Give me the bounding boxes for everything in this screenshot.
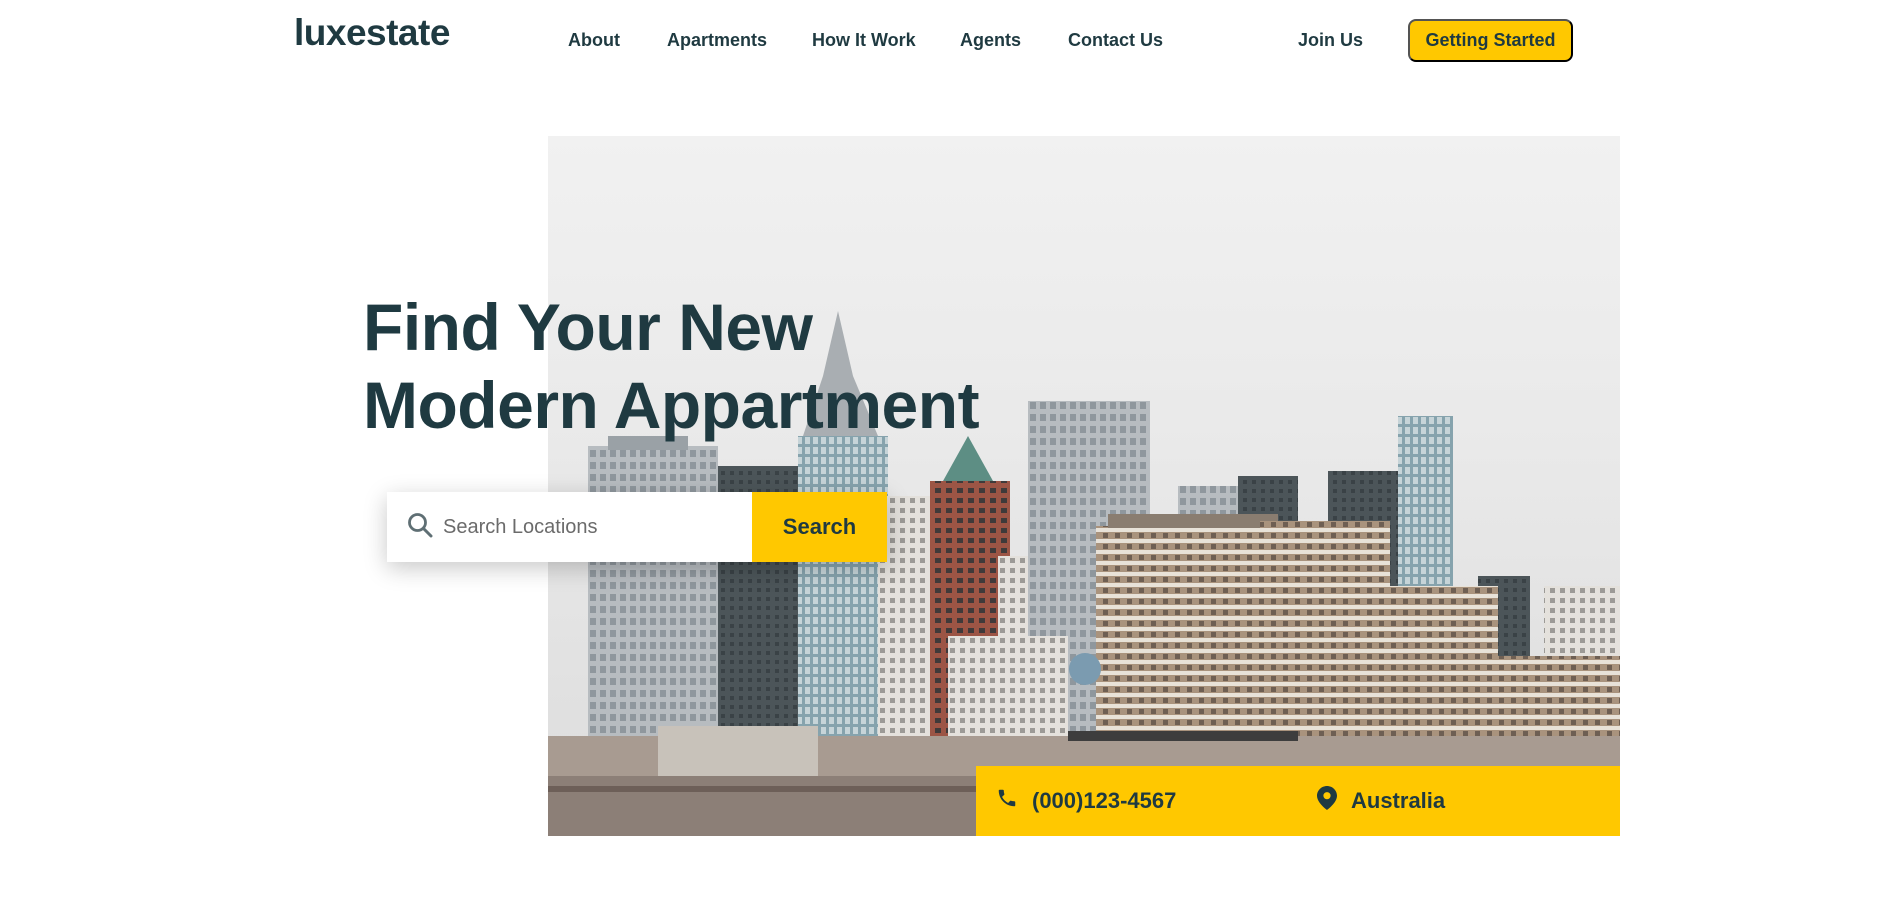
location-search-bar: Search: [387, 492, 887, 562]
logo[interactable]: luxestate: [294, 12, 450, 54]
hero-headline: Find Your New Modern Appartment: [363, 288, 980, 444]
phone-number[interactable]: (000)123-4567: [1032, 788, 1176, 814]
hero-headline-line-2: Modern Appartment: [363, 368, 980, 442]
location-info: Australia: [1317, 766, 1445, 836]
hero-city-image: [548, 136, 1620, 836]
nav-link-about[interactable]: About: [568, 30, 620, 51]
nav-link-how-it-work[interactable]: How It Work: [812, 30, 916, 51]
nav-link-apartments[interactable]: Apartments: [667, 30, 767, 51]
location-text: Australia: [1351, 788, 1446, 813]
landing-page: luxestate About Apartments How It Work A…: [0, 0, 1901, 913]
nav-link-agents[interactable]: Agents: [960, 30, 1021, 51]
search-button[interactable]: Search: [752, 492, 887, 562]
hero-headline-line-1: Find Your New: [363, 290, 813, 364]
search-input[interactable]: [443, 515, 733, 539]
city-skyline-illustration: [548, 311, 1620, 836]
getting-started-button[interactable]: Getting Started: [1408, 19, 1573, 62]
contact-info-bar: (000)123-4567 Australia: [976, 766, 1620, 836]
nav-link-contact-us[interactable]: Contact Us: [1068, 30, 1163, 51]
join-us-link[interactable]: Join Us: [1298, 30, 1363, 51]
phone-info: (000)123-4567: [996, 766, 1176, 836]
map-pin-icon: [1317, 786, 1351, 816]
search-field-wrapper: [387, 492, 752, 562]
phone-icon: [996, 787, 1032, 815]
search-icon: [407, 512, 433, 543]
